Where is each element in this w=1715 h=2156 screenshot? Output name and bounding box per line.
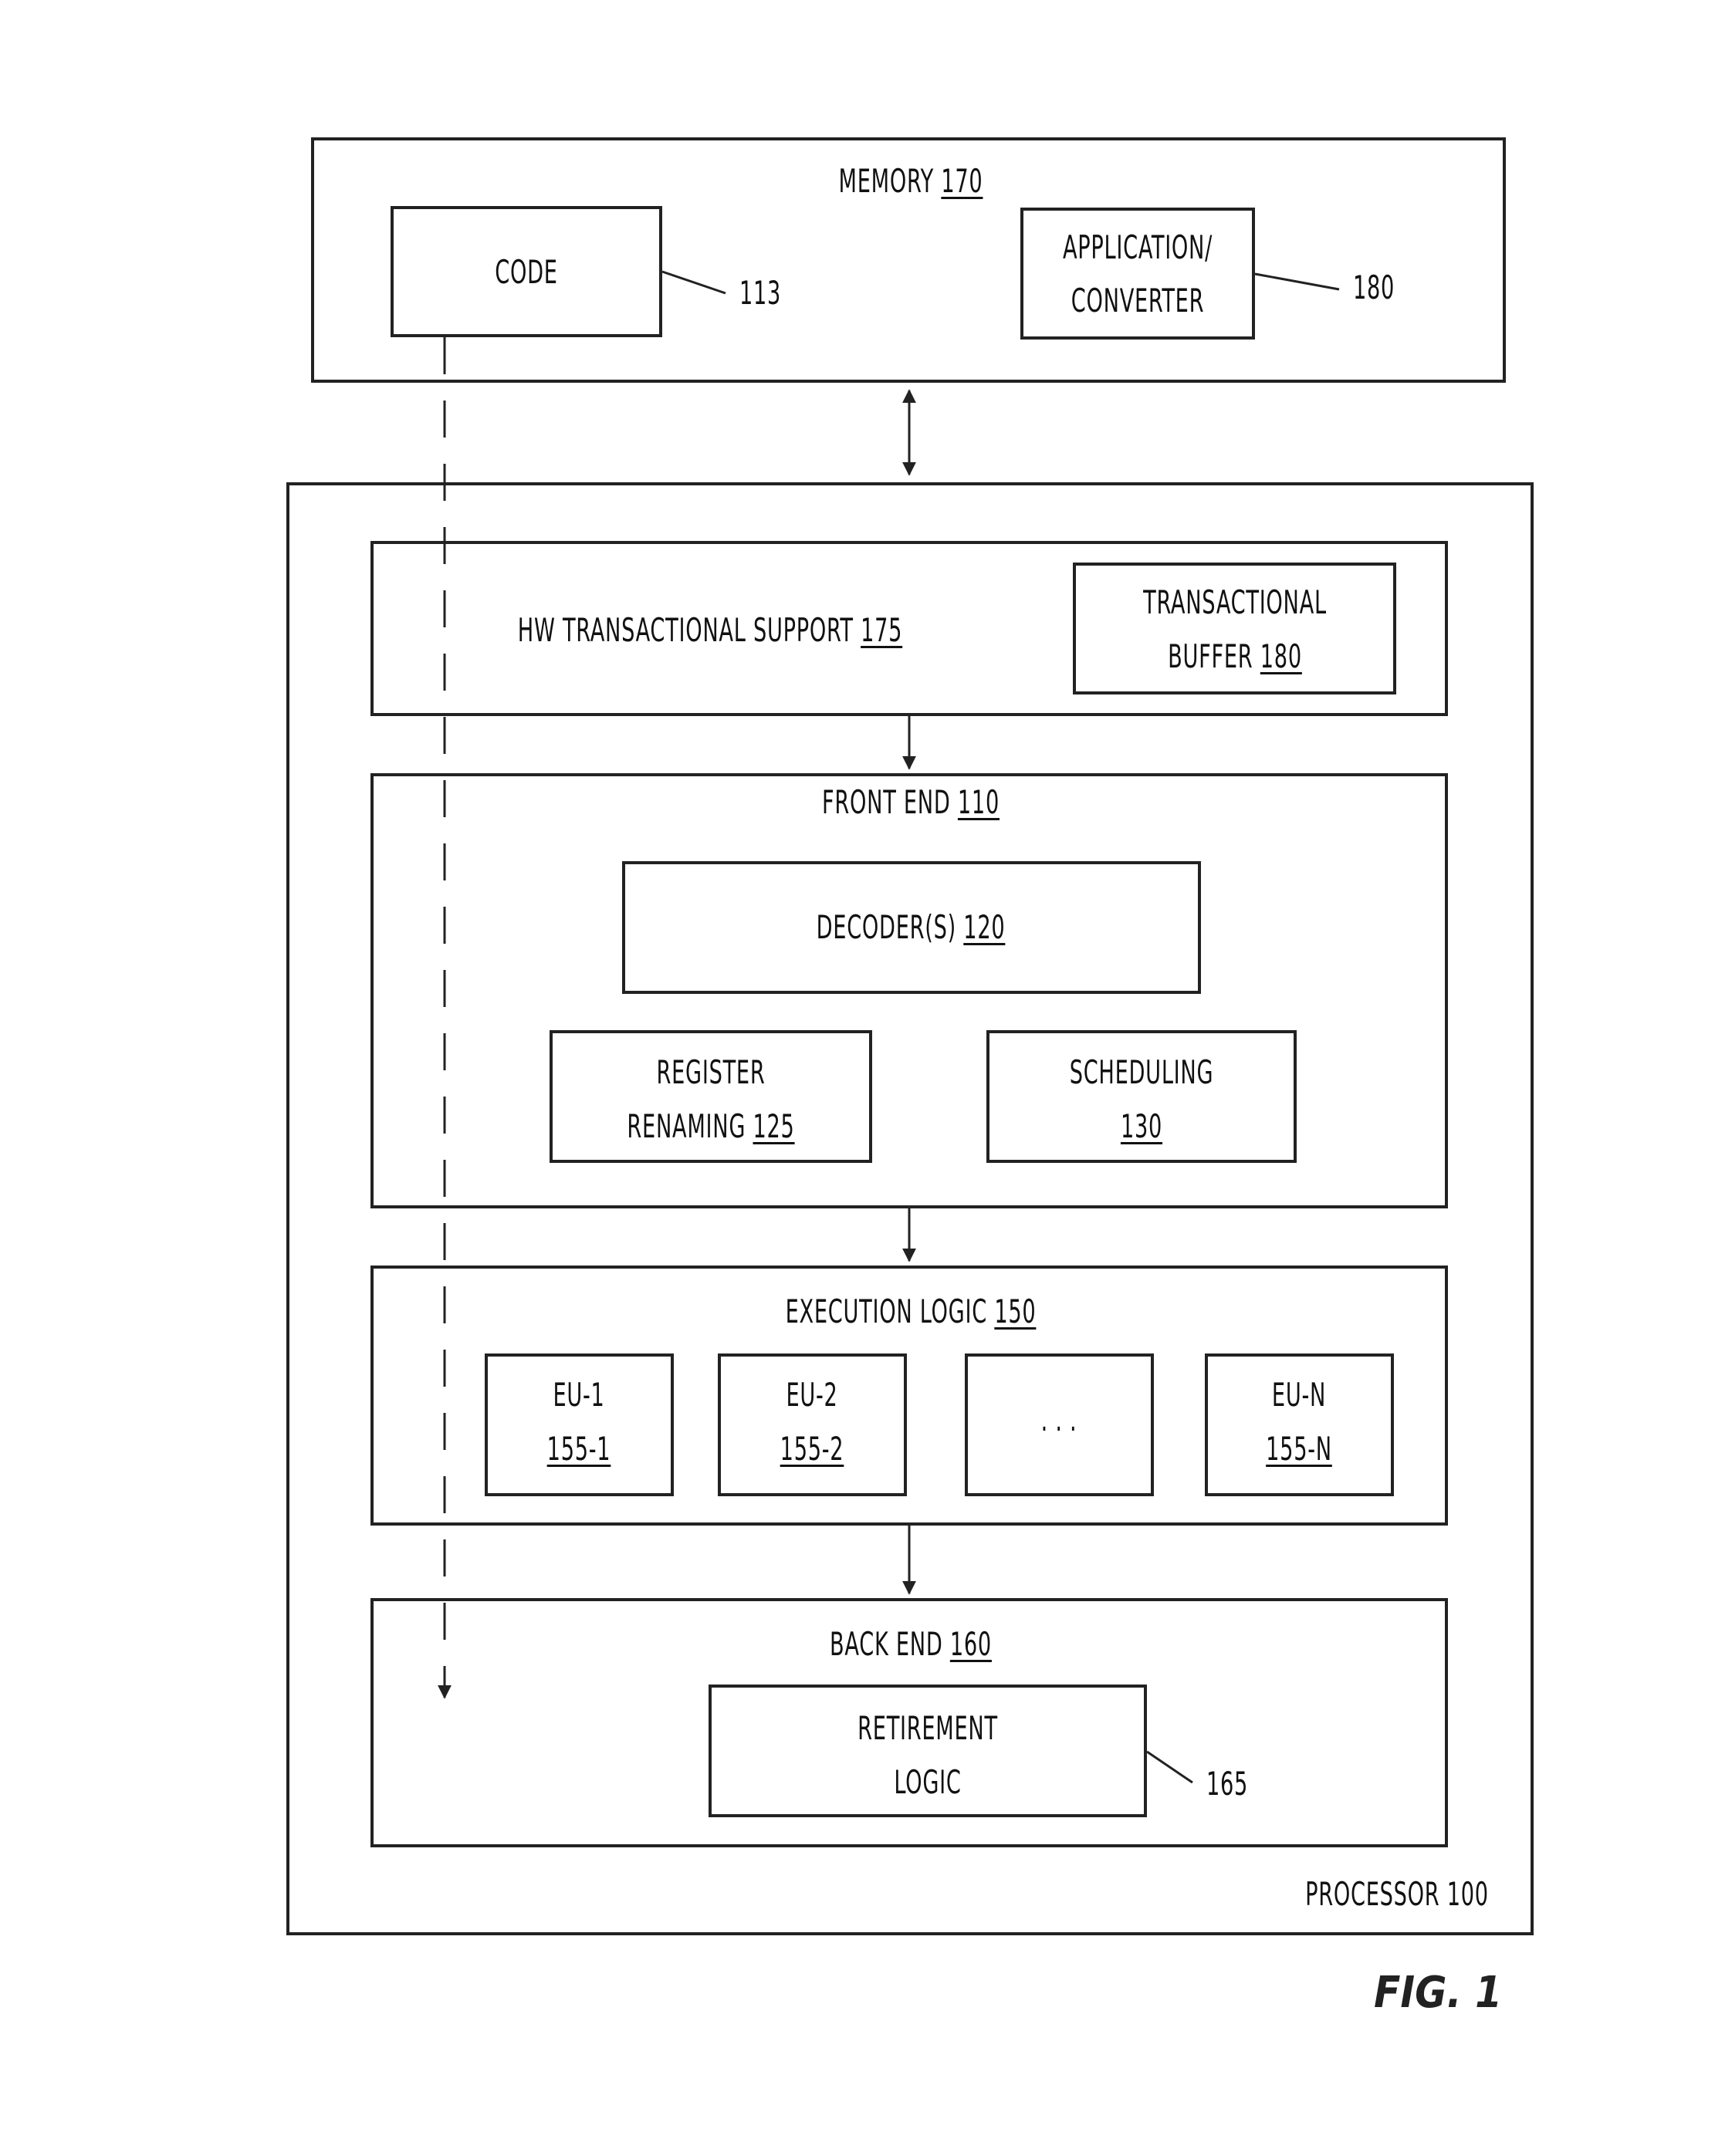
application-callout-leader (1254, 272, 1340, 291)
connectors-layer (438, 270, 1340, 1784)
retirement-callout-leader (1146, 1750, 1193, 1784)
figure-label: FIG. 1 (1374, 1968, 1503, 2018)
code-callout-leader (661, 270, 726, 295)
